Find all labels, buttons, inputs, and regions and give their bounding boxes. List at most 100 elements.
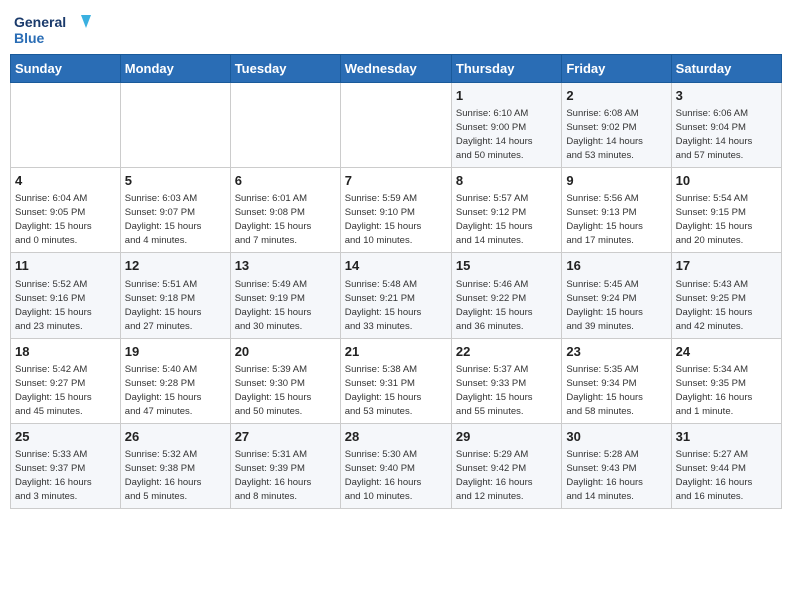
calendar-cell-1-3 [230,83,340,168]
calendar-cell-2-1: 4Sunrise: 6:04 AM Sunset: 9:05 PM Daylig… [11,168,121,253]
calendar-cell-2-6: 9 Sunrise: 5:56 AM Sunset: 9:13 PM Daylig… [562,168,671,253]
calendar-cell-1-1 [11,83,121,168]
day-info: Sunrise: 5:34 AM Sunset: 9:35 PM Dayligh… [676,364,753,417]
page-header: General Blue [10,10,782,50]
day-info: Sunrise: 5:31 AM Sunset: 9:39 PM Dayligh… [235,449,312,502]
day-info: Sunrise: 6:04 AM Sunset: 9:05 PM Dayligh… [15,193,92,246]
calendar-week-4: 18 Sunrise: 5:42 AM Sunset: 9:27 PM Dayli… [11,338,782,423]
calendar-cell-4-3: 20 Sunrise: 5:39 AM Sunset: 9:30 PM Dayli… [230,338,340,423]
day-number: 8 [456,172,557,190]
day-info: Sunrise: 5:30 AM Sunset: 9:40 PM Dayligh… [345,449,422,502]
day-number: 30 [566,428,666,446]
weekday-header-thursday: Thursday [451,55,561,83]
calendar-cell-1-5: 1 Sunrise: 6:10 AM Sunset: 9:00 PM Daylig… [451,83,561,168]
day-number: 10 [676,172,777,190]
calendar-cell-5-2: 26 Sunrise: 5:32 AM Sunset: 9:38 PM Dayli… [120,423,230,508]
calendar-week-5: 25Sunrise: 5:33 AM Sunset: 9:37 PM Dayli… [11,423,782,508]
day-number: 15 [456,257,557,275]
calendar-cell-5-6: 30 Sunrise: 5:28 AM Sunset: 9:43 PM Dayli… [562,423,671,508]
day-info: Sunrise: 6:03 AM Sunset: 9:07 PM Dayligh… [125,193,202,246]
day-number: 9 [566,172,666,190]
day-info: Sunrise: 6:01 AM Sunset: 9:08 PM Dayligh… [235,193,312,246]
day-info: Sunrise: 6:06 AM Sunset: 9:04 PM Dayligh… [676,108,753,161]
day-info: Sunrise: 5:27 AM Sunset: 9:44 PM Dayligh… [676,449,753,502]
calendar-cell-3-7: 17Sunrise: 5:43 AM Sunset: 9:25 PM Dayli… [671,253,781,338]
calendar-cell-2-5: 8 Sunrise: 5:57 AM Sunset: 9:12 PM Daylig… [451,168,561,253]
calendar-cell-1-4 [340,83,451,168]
weekday-header-saturday: Saturday [671,55,781,83]
calendar-week-3: 11 Sunrise: 5:52 AM Sunset: 9:16 PM Dayli… [11,253,782,338]
day-number: 17 [676,257,777,275]
calendar-cell-2-7: 10 Sunrise: 5:54 AM Sunset: 9:15 PM Dayli… [671,168,781,253]
calendar-cell-4-7: 24 Sunrise: 5:34 AM Sunset: 9:35 PM Dayli… [671,338,781,423]
svg-text:General: General [14,14,66,30]
day-number: 27 [235,428,336,446]
day-info: Sunrise: 5:52 AM Sunset: 9:16 PM Dayligh… [15,279,92,332]
day-number: 5 [125,172,226,190]
day-number: 25 [15,428,116,446]
calendar-cell-1-6: 2Sunrise: 6:08 AM Sunset: 9:02 PM Daylig… [562,83,671,168]
day-number: 1 [456,87,557,105]
day-number: 21 [345,343,447,361]
day-number: 13 [235,257,336,275]
day-info: Sunrise: 5:32 AM Sunset: 9:38 PM Dayligh… [125,449,202,502]
day-number: 31 [676,428,777,446]
weekday-header-wednesday: Wednesday [340,55,451,83]
calendar-cell-3-6: 16Sunrise: 5:45 AM Sunset: 9:24 PM Dayli… [562,253,671,338]
calendar-cell-5-4: 28Sunrise: 5:30 AM Sunset: 9:40 PM Dayli… [340,423,451,508]
day-number: 20 [235,343,336,361]
calendar-cell-2-4: 7Sunrise: 5:59 AM Sunset: 9:10 PM Daylig… [340,168,451,253]
day-info: Sunrise: 5:28 AM Sunset: 9:43 PM Dayligh… [566,449,643,502]
day-info: Sunrise: 5:40 AM Sunset: 9:28 PM Dayligh… [125,364,202,417]
calendar-cell-4-6: 23 Sunrise: 5:35 AM Sunset: 9:34 PM Dayli… [562,338,671,423]
day-info: Sunrise: 5:59 AM Sunset: 9:10 PM Dayligh… [345,193,422,246]
day-number: 14 [345,257,447,275]
calendar-cell-5-7: 31 Sunrise: 5:27 AM Sunset: 9:44 PM Dayli… [671,423,781,508]
calendar: SundayMondayTuesdayWednesdayThursdayFrid… [10,54,782,509]
weekday-header-friday: Friday [562,55,671,83]
calendar-cell-2-2: 5 Sunrise: 6:03 AM Sunset: 9:07 PM Daylig… [120,168,230,253]
day-number: 6 [235,172,336,190]
calendar-week-1: 1 Sunrise: 6:10 AM Sunset: 9:00 PM Daylig… [11,83,782,168]
day-info: Sunrise: 5:29 AM Sunset: 9:42 PM Dayligh… [456,449,533,502]
day-number: 3 [676,87,777,105]
calendar-cell-5-3: 27 Sunrise: 5:31 AM Sunset: 9:39 PM Dayli… [230,423,340,508]
logo-svg: General Blue [14,10,94,50]
day-info: Sunrise: 5:46 AM Sunset: 9:22 PM Dayligh… [456,279,533,332]
calendar-week-2: 4Sunrise: 6:04 AM Sunset: 9:05 PM Daylig… [11,168,782,253]
day-info: Sunrise: 5:51 AM Sunset: 9:18 PM Dayligh… [125,279,202,332]
day-info: Sunrise: 5:38 AM Sunset: 9:31 PM Dayligh… [345,364,422,417]
weekday-header-tuesday: Tuesday [230,55,340,83]
calendar-cell-4-2: 19Sunrise: 5:40 AM Sunset: 9:28 PM Dayli… [120,338,230,423]
day-number: 11 [15,257,116,275]
calendar-cell-1-7: 3 Sunrise: 6:06 AM Sunset: 9:04 PM Daylig… [671,83,781,168]
day-info: Sunrise: 5:35 AM Sunset: 9:34 PM Dayligh… [566,364,643,417]
day-info: Sunrise: 5:39 AM Sunset: 9:30 PM Dayligh… [235,364,312,417]
weekday-header-sunday: Sunday [11,55,121,83]
day-info: Sunrise: 5:42 AM Sunset: 9:27 PM Dayligh… [15,364,92,417]
day-number: 16 [566,257,666,275]
calendar-cell-3-2: 12 Sunrise: 5:51 AM Sunset: 9:18 PM Dayli… [120,253,230,338]
calendar-cell-2-3: 6 Sunrise: 6:01 AM Sunset: 9:08 PM Daylig… [230,168,340,253]
day-info: Sunrise: 5:57 AM Sunset: 9:12 PM Dayligh… [456,193,533,246]
svg-text:Blue: Blue [14,30,45,46]
day-number: 18 [15,343,116,361]
calendar-cell-3-4: 14 Sunrise: 5:48 AM Sunset: 9:21 PM Dayli… [340,253,451,338]
calendar-cell-4-1: 18 Sunrise: 5:42 AM Sunset: 9:27 PM Dayli… [11,338,121,423]
weekday-header-row: SundayMondayTuesdayWednesdayThursdayFrid… [11,55,782,83]
day-number: 24 [676,343,777,361]
day-info: Sunrise: 5:56 AM Sunset: 9:13 PM Dayligh… [566,193,643,246]
day-info: Sunrise: 5:49 AM Sunset: 9:19 PM Dayligh… [235,279,312,332]
day-info: Sunrise: 6:10 AM Sunset: 9:00 PM Dayligh… [456,108,533,161]
day-number: 12 [125,257,226,275]
calendar-cell-5-1: 25Sunrise: 5:33 AM Sunset: 9:37 PM Dayli… [11,423,121,508]
calendar-cell-4-4: 21 Sunrise: 5:38 AM Sunset: 9:31 PM Dayli… [340,338,451,423]
calendar-cell-4-5: 22Sunrise: 5:37 AM Sunset: 9:33 PM Dayli… [451,338,561,423]
calendar-cell-3-1: 11 Sunrise: 5:52 AM Sunset: 9:16 PM Dayli… [11,253,121,338]
day-info: Sunrise: 6:08 AM Sunset: 9:02 PM Dayligh… [566,108,643,161]
day-info: Sunrise: 5:37 AM Sunset: 9:33 PM Dayligh… [456,364,533,417]
day-number: 26 [125,428,226,446]
day-info: Sunrise: 5:48 AM Sunset: 9:21 PM Dayligh… [345,279,422,332]
day-info: Sunrise: 5:54 AM Sunset: 9:15 PM Dayligh… [676,193,753,246]
day-number: 23 [566,343,666,361]
